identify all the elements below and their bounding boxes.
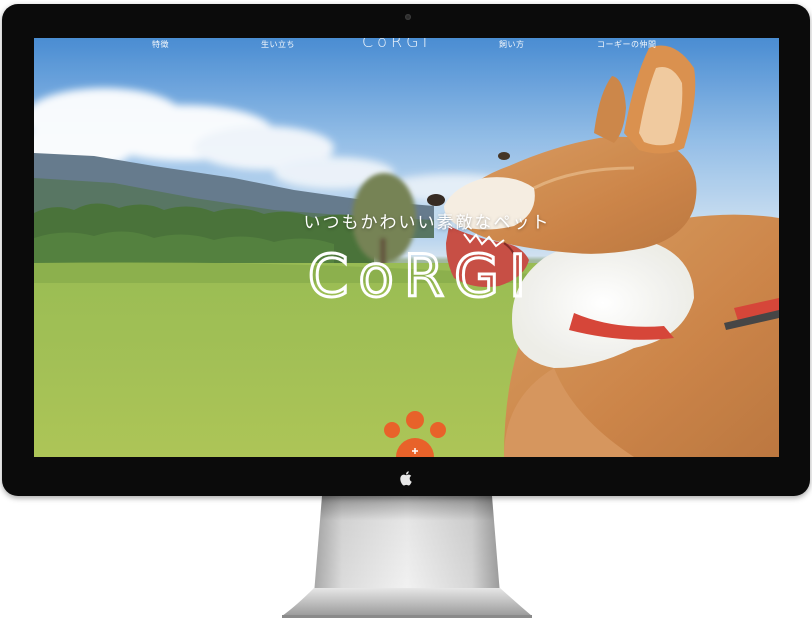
paw-icon[interactable] [380, 410, 450, 457]
camera-icon [405, 14, 411, 20]
top-nav: 特徴 生い立ち CoRGI 飼い方 コーギーの仲間 [34, 38, 779, 52]
nav-item-history[interactable]: 生い立ち [261, 39, 295, 50]
hero-title-logo: CoRGI [306, 241, 536, 309]
nav-item-relatives[interactable]: コーギーの仲間 [597, 39, 657, 50]
website-screen: 特徴 生い立ち CoRGI 飼い方 コーギーの仲間 いつもかわいい素敵なペット … [34, 38, 779, 457]
nav-item-features[interactable]: 特徴 [152, 39, 169, 50]
nav-logo[interactable]: CoRGI [362, 38, 431, 51]
monitor-stand [282, 496, 532, 618]
apple-logo-icon [400, 471, 412, 486]
nav-item-care[interactable]: 飼い方 [499, 39, 525, 50]
hero-tagline: いつもかわいい素敵なペット [303, 213, 551, 233]
hero-title-text: CoRGI [308, 242, 536, 308]
monitor-mockup: 特徴 生い立ち CoRGI 飼い方 コーギーの仲間 いつもかわいい素敵なペット … [0, 0, 812, 629]
